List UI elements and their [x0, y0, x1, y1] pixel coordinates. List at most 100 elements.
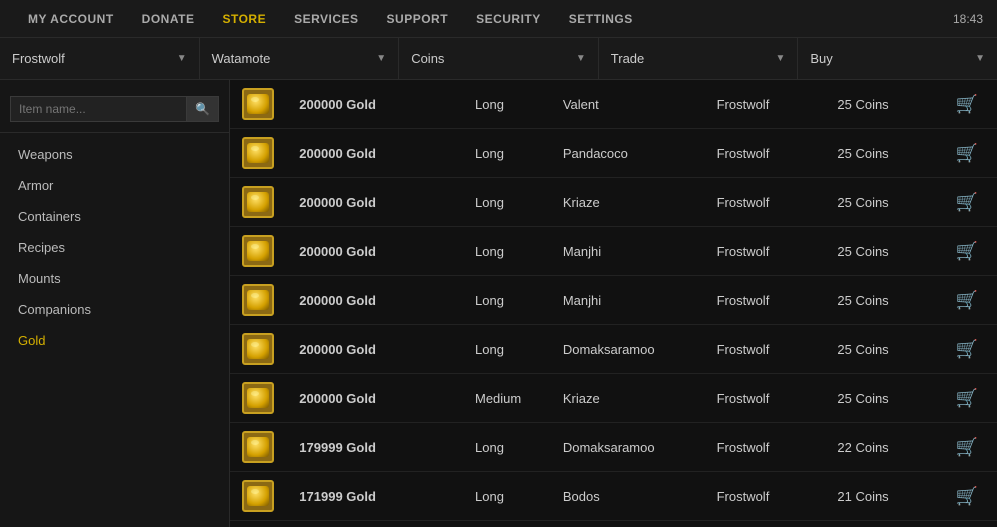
- add-to-cart-button[interactable]: 🛒: [950, 190, 984, 215]
- currency-filter[interactable]: Coins ▼: [399, 38, 599, 79]
- gold-icon: [242, 480, 274, 512]
- item-realm: Frostwolf: [707, 521, 828, 527]
- item-realm: Frostwolf: [707, 472, 828, 521]
- add-to-cart-button[interactable]: 🛒: [950, 288, 984, 313]
- table-row: 179999 Gold Long Domaksaramoo Frostwolf …: [230, 423, 997, 472]
- buy-cell: 🛒: [937, 521, 997, 527]
- nav-store[interactable]: STORE: [208, 0, 280, 37]
- item-seller: Kriaze: [553, 374, 707, 423]
- add-to-cart-button[interactable]: 🛒: [950, 386, 984, 411]
- gold-icon: [242, 137, 274, 169]
- item-duration: Long: [465, 227, 553, 276]
- table-row: 171999 Gold Long Bodos Frostwolf 21 Coin…: [230, 521, 997, 527]
- item-seller: Manjhi: [553, 276, 707, 325]
- gold-icon: [242, 333, 274, 365]
- item-realm: Frostwolf: [707, 423, 828, 472]
- item-seller: Domaksaramoo: [553, 423, 707, 472]
- gold-icon: [242, 284, 274, 316]
- table-row: 200000 Gold Long Kriaze Frostwolf 25 Coi…: [230, 178, 997, 227]
- add-to-cart-button[interactable]: 🛒: [950, 239, 984, 264]
- item-icon-cell: [230, 521, 289, 527]
- sidebar: 🔍 Weapons Armor Containers Recipes Mount…: [0, 80, 230, 527]
- realm-filter[interactable]: Frostwolf ▼: [0, 38, 200, 79]
- gold-icon: [242, 431, 274, 463]
- gold-icon-inner: [247, 437, 269, 457]
- sidebar-item-mounts[interactable]: Mounts: [0, 263, 229, 294]
- nav-support[interactable]: SUPPORT: [373, 0, 463, 37]
- buy-cell: 🛒: [937, 227, 997, 276]
- item-name: 200000 Gold: [289, 325, 465, 374]
- sidebar-item-containers[interactable]: Containers: [0, 201, 229, 232]
- item-icon-cell: [230, 129, 289, 178]
- add-to-cart-button[interactable]: 🛒: [950, 435, 984, 460]
- sidebar-item-weapons[interactable]: Weapons: [0, 139, 229, 170]
- sidebar-item-armor[interactable]: Armor: [0, 170, 229, 201]
- add-to-cart-button[interactable]: 🛒: [950, 337, 984, 362]
- item-duration: Long: [465, 521, 553, 527]
- item-duration: Long: [465, 423, 553, 472]
- buy-cell: 🛒: [937, 374, 997, 423]
- item-duration: Long: [465, 472, 553, 521]
- item-name: 200000 Gold: [289, 227, 465, 276]
- realm-filter-label: Frostwolf: [12, 51, 65, 66]
- item-realm: Frostwolf: [707, 129, 828, 178]
- buy-filter[interactable]: Buy ▼: [798, 38, 997, 79]
- add-to-cart-button[interactable]: 🛒: [950, 484, 984, 509]
- item-realm: Frostwolf: [707, 325, 828, 374]
- item-price: 25 Coins: [827, 374, 937, 423]
- buy-filter-label: Buy: [810, 51, 832, 66]
- sidebar-item-recipes[interactable]: Recipes: [0, 232, 229, 263]
- gold-icon: [242, 382, 274, 414]
- char-filter-label: Watamote: [212, 51, 271, 66]
- nav-settings[interactable]: SETTINGS: [555, 0, 647, 37]
- search-button[interactable]: 🔍: [187, 96, 219, 122]
- item-seller: Valent: [553, 80, 707, 129]
- item-duration: Long: [465, 276, 553, 325]
- main-layout: 🔍 Weapons Armor Containers Recipes Mount…: [0, 80, 997, 527]
- item-name: 200000 Gold: [289, 276, 465, 325]
- filter-bar: Frostwolf ▼ Watamote ▼ Coins ▼ Trade ▼ B…: [0, 38, 997, 80]
- table-row: 200000 Gold Long Manjhi Frostwolf 25 Coi…: [230, 276, 997, 325]
- buy-cell: 🛒: [937, 472, 997, 521]
- char-filter[interactable]: Watamote ▼: [200, 38, 400, 79]
- nav-services[interactable]: SERVICES: [280, 0, 372, 37]
- currency-filter-arrow: ▼: [576, 53, 586, 64]
- buy-cell: 🛒: [937, 80, 997, 129]
- item-seller: Bodos: [553, 472, 707, 521]
- item-duration: Long: [465, 129, 553, 178]
- buy-cell: 🛒: [937, 178, 997, 227]
- content-area: 200000 Gold Long Valent Frostwolf 25 Coi…: [230, 80, 997, 527]
- item-icon-cell: [230, 423, 289, 472]
- item-name: 171999 Gold: [289, 521, 465, 527]
- table-row: 200000 Gold Medium Kriaze Frostwolf 25 C…: [230, 374, 997, 423]
- gold-icon: [242, 88, 274, 120]
- search-input[interactable]: [10, 96, 187, 122]
- sidebar-item-gold[interactable]: Gold: [0, 325, 229, 356]
- gold-icon-inner: [247, 241, 269, 261]
- item-icon-cell: [230, 178, 289, 227]
- gold-icon-inner: [247, 339, 269, 359]
- table-row: 200000 Gold Long Domaksaramoo Frostwolf …: [230, 325, 997, 374]
- item-icon-cell: [230, 325, 289, 374]
- item-realm: Frostwolf: [707, 80, 828, 129]
- search-icon: 🔍: [195, 102, 210, 116]
- add-to-cart-button[interactable]: 🛒: [950, 141, 984, 166]
- item-seller: Domaksaramoo: [553, 325, 707, 374]
- nav-donate[interactable]: DONATE: [128, 0, 209, 37]
- search-row: 🔍: [0, 90, 229, 133]
- gold-icon: [242, 235, 274, 267]
- item-table: 200000 Gold Long Valent Frostwolf 25 Coi…: [230, 80, 997, 527]
- item-realm: Frostwolf: [707, 276, 828, 325]
- item-icon-cell: [230, 227, 289, 276]
- top-navigation: MY ACCOUNT DONATE STORE SERVICES SUPPORT…: [0, 0, 997, 38]
- gold-icon: [242, 186, 274, 218]
- trade-filter[interactable]: Trade ▼: [599, 38, 799, 79]
- item-realm: Frostwolf: [707, 227, 828, 276]
- nav-my-account[interactable]: MY ACCOUNT: [14, 0, 128, 37]
- sidebar-item-companions[interactable]: Companions: [0, 294, 229, 325]
- realm-filter-arrow: ▼: [177, 53, 187, 64]
- item-icon-cell: [230, 374, 289, 423]
- nav-security[interactable]: SECURITY: [462, 0, 555, 37]
- add-to-cart-button[interactable]: 🛒: [950, 92, 984, 117]
- item-price: 25 Coins: [827, 276, 937, 325]
